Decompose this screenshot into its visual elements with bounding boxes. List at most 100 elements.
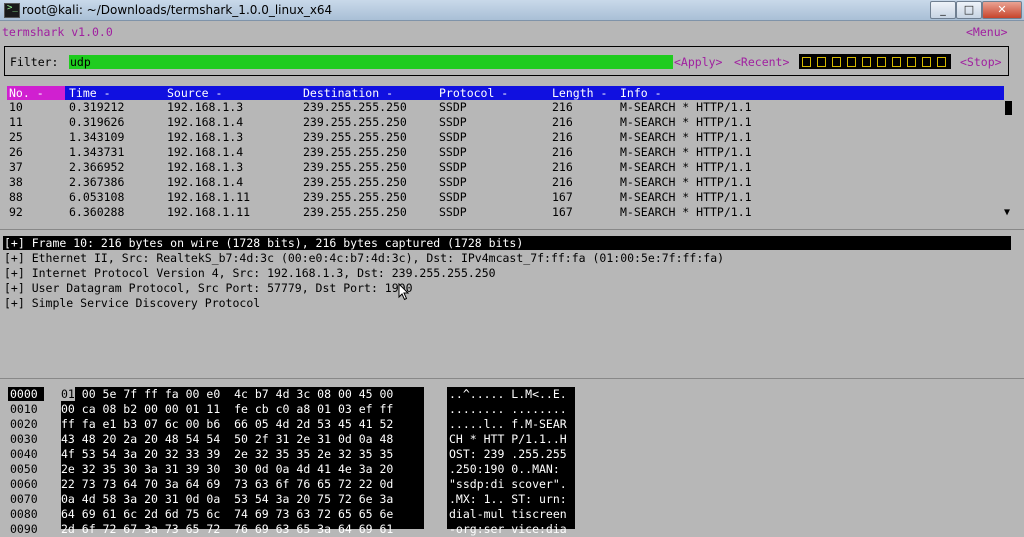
detail-tree-item[interactable]: [+] Internet Protocol Version 4, Src: 19… bbox=[4, 266, 496, 280]
hex-offset: 0050 bbox=[10, 462, 38, 476]
packet-length: 216 bbox=[552, 100, 573, 114]
packet-length: 216 bbox=[552, 145, 573, 159]
packet-info: M-SEARCH * HTTP/1.1 bbox=[620, 160, 752, 174]
packet-length: 167 bbox=[552, 205, 573, 219]
packet-row[interactable]: 88 6.053108 192.168.1.11 239.255.255.250 SSD… bbox=[7, 190, 1004, 205]
recent-button[interactable]: <Recent> bbox=[734, 55, 789, 69]
pane-divider bbox=[0, 378, 1024, 379]
filter-input[interactable] bbox=[69, 55, 673, 69]
window-title: root@kali: ~/Downloads/termshark_1.0.0_l… bbox=[22, 3, 333, 17]
hex-bytes-line[interactable]: 64 69 61 6c 2d 6d 75 6c 74 69 73 63 72 6… bbox=[61, 507, 393, 522]
scroll-down-arrow-icon[interactable]: ▼ bbox=[1004, 207, 1010, 218]
packet-destination: 239.255.255.250 bbox=[303, 145, 407, 159]
hex-bytes-line[interactable]: 4f 53 54 3a 20 32 33 39 2e 32 35 35 2e 3… bbox=[61, 447, 393, 462]
hex-offset: 0060 bbox=[10, 477, 38, 491]
packet-info: M-SEARCH * HTTP/1.1 bbox=[620, 175, 752, 189]
column-header-no[interactable]: No. - bbox=[7, 86, 65, 100]
minimize-button[interactable]: _ bbox=[930, 1, 956, 19]
packet-destination: 239.255.255.250 bbox=[303, 160, 407, 174]
hex-bytes-line[interactable]: 2d 6f 72 67 3a 73 65 72 76 69 63 65 3a 6… bbox=[61, 522, 393, 537]
hex-ascii-line[interactable]: .MX: 1.. ST: urn: bbox=[449, 492, 567, 507]
pane-divider bbox=[0, 229, 1024, 230]
detail-tree-item[interactable]: [+] Frame 10: 216 bytes on wire (1728 bi… bbox=[4, 236, 523, 250]
hex-offset: 0040 bbox=[10, 447, 38, 461]
packet-length: 216 bbox=[552, 115, 573, 129]
hex-ascii-line[interactable]: dial-mul tiscreen bbox=[449, 507, 567, 522]
packet-row[interactable]: 37 2.366952 192.168.1.3 239.255.255.250 SSDP… bbox=[7, 160, 1004, 175]
packet-source: 192.168.1.4 bbox=[167, 115, 244, 129]
progress-square bbox=[847, 57, 856, 67]
column-header-protocol[interactable]: Protocol - bbox=[439, 86, 508, 100]
packet-row[interactable]: 26 1.343731 192.168.1.4 239.255.255.250 SSDP… bbox=[7, 145, 1004, 160]
column-header-destination[interactable]: Destination - bbox=[303, 86, 393, 100]
packet-info: M-SEARCH * HTTP/1.1 bbox=[620, 190, 752, 204]
packet-info: M-SEARCH * HTTP/1.1 bbox=[620, 145, 752, 159]
packet-protocol: SSDP bbox=[439, 205, 467, 219]
packet-no: 92 bbox=[9, 205, 23, 219]
progress-square bbox=[937, 57, 946, 67]
packet-source: 192.168.1.11 bbox=[167, 205, 251, 219]
packet-row[interactable]: 38 2.367386 192.168.1.4 239.255.255.250 SSDP… bbox=[7, 175, 1004, 190]
detail-tree-item[interactable]: [+] User Datagram Protocol, Src Port: 57… bbox=[4, 281, 413, 295]
progress-square bbox=[802, 57, 811, 67]
detail-tree-item[interactable]: [+] Ethernet II, Src: RealtekS_b7:4d:3c … bbox=[4, 251, 724, 265]
column-header-time[interactable]: Time - bbox=[69, 86, 111, 100]
packet-source: 192.168.1.3 bbox=[167, 160, 244, 174]
hex-bytes-line[interactable]: 01 00 5e 7f ff fa 00 e0 4c b7 4d 3c 08 0… bbox=[61, 387, 393, 402]
hex-bytes-line[interactable]: ff fa e1 b3 07 6c 00 b6 66 05 4d 2d 53 4… bbox=[61, 417, 393, 432]
progress-square bbox=[877, 57, 886, 67]
packet-length: 216 bbox=[552, 175, 573, 189]
hex-ascii-line[interactable]: .....l.. f.M-SEAR bbox=[449, 417, 567, 432]
hex-bytes-line[interactable]: 00 ca 08 b2 00 00 01 11 fe cb c0 a8 01 0… bbox=[61, 402, 393, 417]
hex-offset: 0000 bbox=[10, 387, 38, 401]
close-button[interactable]: ✕ bbox=[982, 1, 1022, 19]
selected-hex-byte[interactable]: 01 bbox=[61, 387, 75, 401]
hex-bytes-line[interactable]: 22 73 73 64 70 3a 64 69 73 63 6f 76 65 7… bbox=[61, 477, 393, 492]
hex-ascii-line[interactable]: "ssdp:di scover". bbox=[449, 477, 567, 492]
packet-destination: 239.255.255.250 bbox=[303, 205, 407, 219]
hex-ascii-line[interactable]: CH * HTT P/1.1..H bbox=[449, 432, 567, 447]
mouse-cursor-icon bbox=[398, 283, 410, 301]
packet-no: 38 bbox=[9, 175, 23, 189]
packet-row[interactable]: 92 6.360288 192.168.1.11 239.255.255.250 SSD… bbox=[7, 205, 1004, 220]
hex-bytes-line[interactable]: 2e 32 35 30 3a 31 39 30 30 0d 0a 4d 41 4… bbox=[61, 462, 393, 477]
hex-bytes-line[interactable]: 0a 4d 58 3a 20 31 0d 0a 53 54 3a 20 75 7… bbox=[61, 492, 393, 507]
packet-row[interactable]: 10 0.319212 192.168.1.3 239.255.255.250 SSDP… bbox=[7, 100, 1004, 115]
packet-no: 26 bbox=[9, 145, 23, 159]
packet-source: 192.168.1.3 bbox=[167, 100, 244, 114]
packet-no: 10 bbox=[9, 100, 23, 114]
progress-square bbox=[817, 57, 826, 67]
hex-ascii-line[interactable]: OST: 239 .255.255 bbox=[449, 447, 567, 462]
terminal-icon: >_ bbox=[4, 3, 20, 18]
packet-list-scrollbar-thumb[interactable] bbox=[1005, 101, 1012, 115]
packet-protocol: SSDP bbox=[439, 100, 467, 114]
hex-ascii-line[interactable]: .250:190 0..MAN: bbox=[449, 462, 567, 477]
packet-no: 25 bbox=[9, 130, 23, 144]
packet-destination: 239.255.255.250 bbox=[303, 115, 407, 129]
hex-ascii-line[interactable]: ..^..... L.M<..E. bbox=[449, 387, 567, 402]
packet-time: 2.367386 bbox=[69, 175, 125, 189]
packet-source: 192.168.1.4 bbox=[167, 175, 244, 189]
progress-square bbox=[922, 57, 931, 67]
packet-row[interactable]: 11 0.319626 192.168.1.4 239.255.255.250 SSDP… bbox=[7, 115, 1004, 130]
packet-info: M-SEARCH * HTTP/1.1 bbox=[620, 100, 752, 114]
hex-ascii-line[interactable]: -org:ser vice:dia bbox=[449, 522, 567, 537]
column-header-length[interactable]: Length - bbox=[552, 86, 607, 100]
stop-button[interactable]: <Stop> bbox=[960, 55, 1002, 69]
packet-protocol: SSDP bbox=[439, 145, 467, 159]
maximize-button[interactable]: □ bbox=[956, 1, 982, 19]
hex-ascii-line[interactable]: ........ ........ bbox=[449, 402, 567, 417]
column-header-source[interactable]: Source - bbox=[167, 86, 222, 100]
detail-tree-item[interactable]: [+] Simple Service Discovery Protocol bbox=[4, 296, 260, 310]
menu-button[interactable]: <Menu> bbox=[966, 25, 1008, 39]
apply-button[interactable]: <Apply> bbox=[674, 55, 722, 69]
packet-time: 0.319626 bbox=[69, 115, 125, 129]
packet-length: 216 bbox=[552, 130, 573, 144]
hex-bytes-line[interactable]: 43 48 20 2a 20 48 54 54 50 2f 31 2e 31 0… bbox=[61, 432, 393, 447]
column-header-info[interactable]: Info - bbox=[620, 86, 662, 100]
packet-length: 167 bbox=[552, 190, 573, 204]
packet-time: 1.343109 bbox=[69, 130, 125, 144]
packet-row[interactable]: 25 1.343109 192.168.1.3 239.255.255.250 SSDP… bbox=[7, 130, 1004, 145]
packet-time: 2.366952 bbox=[69, 160, 125, 174]
packet-destination: 239.255.255.250 bbox=[303, 175, 407, 189]
